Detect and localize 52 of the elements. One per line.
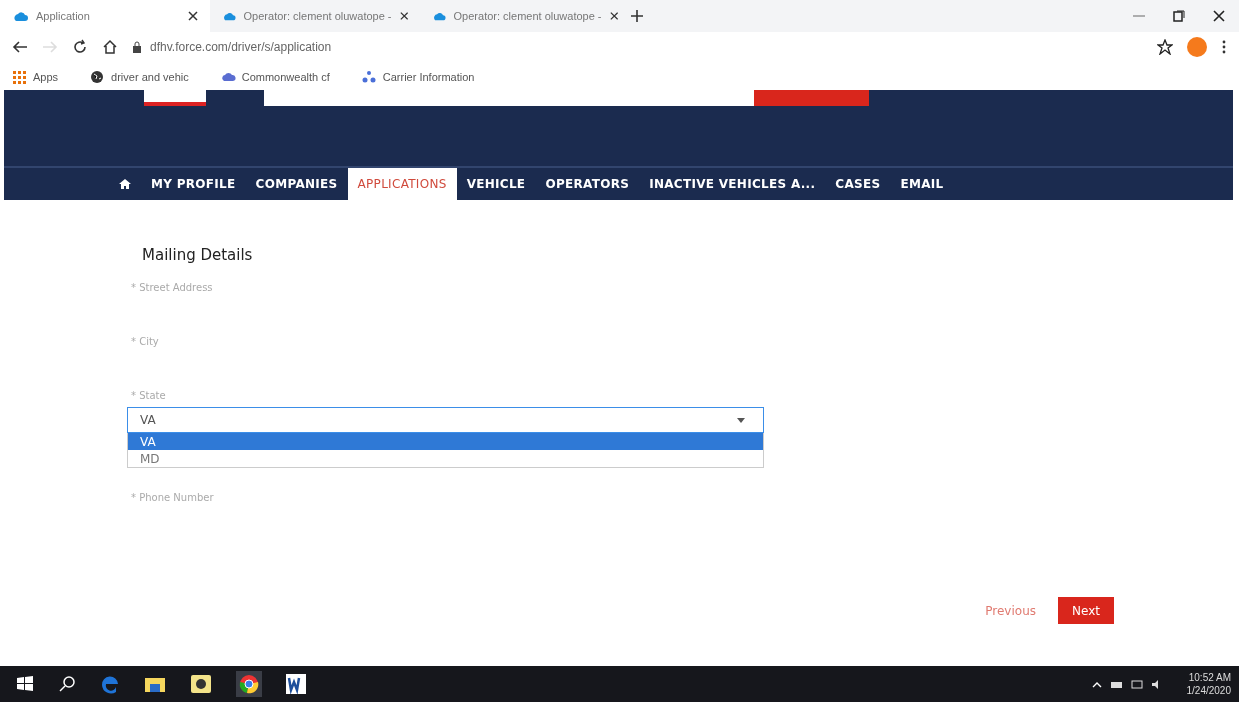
caret-icon xyxy=(737,417,745,423)
browser-tab[interactable]: Operator: clement oluwatope - xyxy=(420,0,630,32)
bookmark-link[interactable]: Carrier Information xyxy=(382,71,475,83)
url-text[interactable]: dfhv.force.com/driver/s/application xyxy=(150,40,332,54)
close-icon[interactable] xyxy=(609,11,618,21)
field-label: * State xyxy=(131,390,167,401)
folder-icon[interactable] xyxy=(144,675,166,693)
nav-tab[interactable]: CASES xyxy=(825,168,891,200)
forward-arrow-icon xyxy=(42,40,58,54)
more-menu-icon[interactable] xyxy=(1221,40,1227,54)
apps-grid-icon xyxy=(12,69,27,85)
browser-tab[interactable]: Operator: clement oluwatope - xyxy=(210,0,420,32)
reload-icon[interactable] xyxy=(72,39,88,55)
bookmark-link[interactable]: Apps xyxy=(33,71,59,83)
bookmark-link[interactable]: Commonwealth cf xyxy=(241,71,330,83)
plus-icon[interactable] xyxy=(630,9,644,23)
search-icon[interactable] xyxy=(58,675,76,693)
clock-time[interactable]: 10:52 AM xyxy=(1188,671,1231,684)
nav-tab[interactable]: EMAIL xyxy=(890,168,954,200)
back-arrow-icon[interactable] xyxy=(12,40,28,54)
browser-tab[interactable]: Application xyxy=(0,0,210,32)
bookmark-link[interactable]: driver and vehic xyxy=(111,71,189,83)
nav-tab[interactable]: COMPANIES xyxy=(245,168,348,200)
field-label: * Street Address xyxy=(131,282,214,293)
avatar-icon[interactable] xyxy=(1187,37,1207,57)
lock-icon xyxy=(132,41,142,53)
close-icon[interactable] xyxy=(188,11,198,21)
home-icon[interactable] xyxy=(119,178,131,190)
section-title: Mailing Details xyxy=(142,246,254,264)
next-button[interactable]: Next xyxy=(1058,597,1114,624)
chrome-browser-icon[interactable] xyxy=(236,671,262,697)
notebook-icon[interactable] xyxy=(190,674,212,694)
network-icon[interactable] xyxy=(1130,677,1143,691)
globe-icon xyxy=(90,69,106,85)
state-dropdown[interactable]: VA xyxy=(127,407,764,433)
clock-date[interactable]: 1/24/2020 xyxy=(1186,684,1231,697)
nav-tab[interactable]: INACTIVE VEHICLES A... xyxy=(639,168,826,200)
windows-start-icon[interactable] xyxy=(16,675,34,693)
field-label: * Phone Number xyxy=(131,492,215,503)
dropdown-option[interactable]: VA xyxy=(128,433,763,450)
cloud-icon xyxy=(12,9,28,23)
nav-tab[interactable]: OPERATORS xyxy=(535,168,640,200)
field-label: * City xyxy=(131,336,160,347)
nav-tab[interactable]: MY PROFILE xyxy=(141,168,246,200)
word-document-icon[interactable] xyxy=(286,674,306,694)
nav-tab[interactable]: VEHICLE xyxy=(456,168,536,200)
people-icon xyxy=(361,69,377,85)
dropdown-option[interactable]: MD xyxy=(128,450,763,467)
nav-tab[interactable]: APPLICATIONS xyxy=(347,168,457,200)
close-icon[interactable] xyxy=(399,11,408,21)
home-icon[interactable] xyxy=(102,39,118,55)
star-icon[interactable] xyxy=(1157,39,1173,55)
